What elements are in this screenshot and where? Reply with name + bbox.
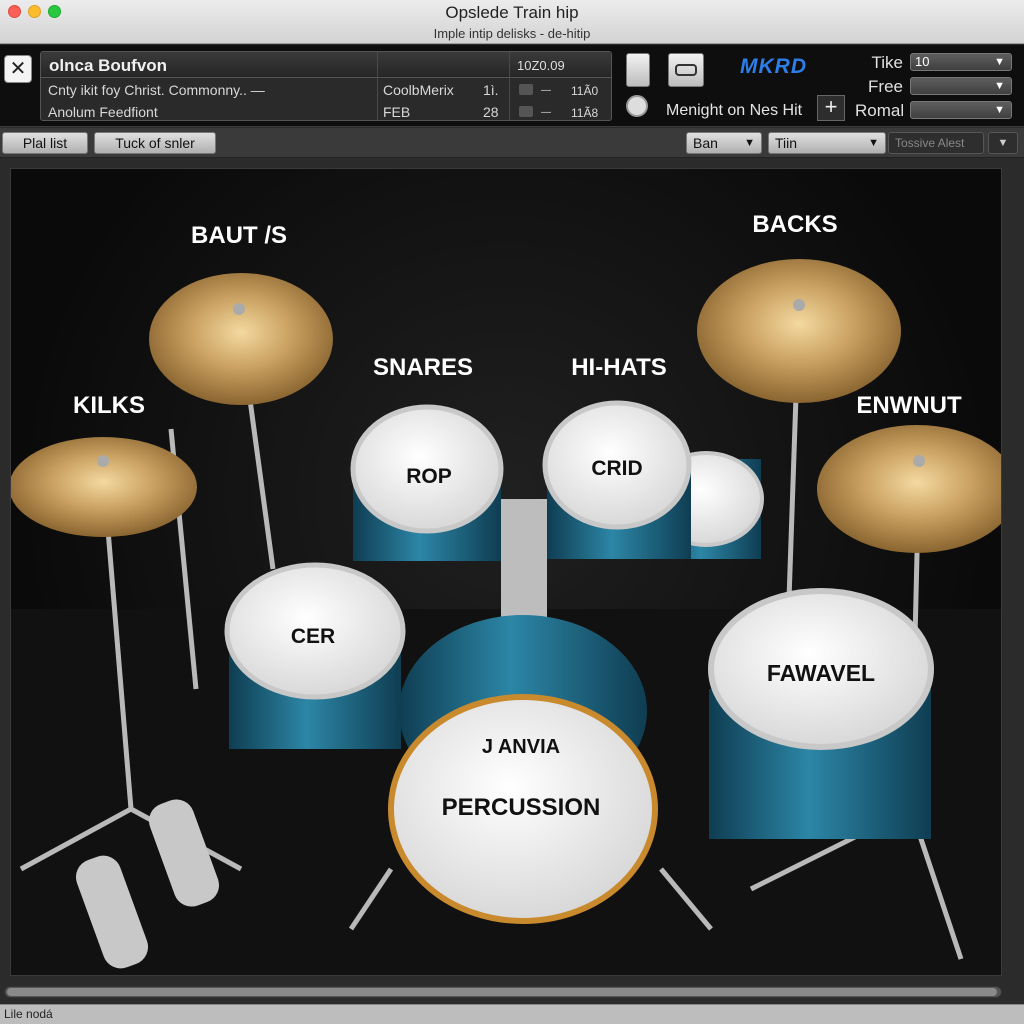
track-row-duration: 11Ã8 [571,106,599,120]
tossive-alest-field[interactable]: Tossive Alest [888,132,984,154]
track-info-panel: olnca Boufvon 10Z0.09 Cnty ikit foy Chri… [40,51,612,121]
row-toggle[interactable] [519,106,533,117]
drum-label-crid: CRID [591,457,642,480]
arrow-icon: — [541,85,551,96]
free-label: Free [868,77,903,96]
track-row-num: 28 [483,104,499,120]
arrow-icon: — [541,107,551,118]
window-subtitle: Imple intip delisks - de-hitip [433,26,591,41]
track-header: olnca Boufvon 10Z0.09 [41,52,611,78]
horizontal-scrollbar[interactable] [4,986,1002,998]
clock-icon[interactable] [626,95,648,117]
label-hi-hats: HI-HATS [571,354,667,381]
row-toggle[interactable] [519,84,533,95]
drum-label-fawavel: FAWAVEL [767,660,875,686]
chevron-down-icon: ▼ [994,104,1005,116]
chevron-down-icon[interactable]: ▼ [988,132,1018,154]
add-button[interactable]: + [817,95,845,121]
close-button[interactable]: ✕ [4,55,32,83]
free-select[interactable]: ▼ [910,77,1012,95]
romal-select[interactable]: ▼ [910,101,1012,119]
tike-select[interactable]: 10 ▼ [910,53,1012,71]
tab-track-of-sampler[interactable]: Tuck of snler [94,132,216,154]
device-icon[interactable] [626,53,650,87]
status-bar: Lile nodá [0,1004,1024,1024]
tike-select-value: 10 [915,54,930,69]
scrollbar-thumb[interactable] [7,988,997,996]
drum-label-janvia: J ANVIA [482,736,560,758]
chevron-down-icon: ▼ [994,56,1005,68]
window-title: Opslede Train hip [445,3,579,22]
drum-label-cer: CER [291,625,335,648]
track-row-name: Anolum Feedfiont [48,104,158,120]
tiin-dropdown[interactable]: Tiin ▼ [768,132,886,154]
brand-logo: MKRD [740,55,807,78]
track-row[interactable]: Anolum Feedfiont FEB 28 — 11Ã8 [41,102,611,123]
cymbal-bell-icon [97,455,109,467]
label-backs: BACKS [752,211,837,238]
label-enwnut: ENWNUT [856,392,962,419]
chevron-down-icon: ▼ [744,137,755,149]
cymbal-bell-icon [793,299,805,311]
cymbal-bell-icon [913,455,925,467]
cymbal-baut[interactable] [149,273,333,405]
title-bar: Opslede Train hip Imple intip delisks - … [0,0,1024,44]
ban-dropdown-value: Ban [693,135,718,151]
track-title: olnca Boufvon [49,56,168,75]
top-toolbar: ✕ olnca Boufvon 10Z0.09 Cnty ikit foy Ch… [0,45,1024,127]
cymbal-kilks[interactable] [11,437,197,537]
track-row-genre: CoolbMerix [383,82,454,98]
tike-label: Tike [871,53,904,72]
tiin-dropdown-value: Tiin [775,135,798,151]
label-snares: SNARES [373,354,473,381]
secondary-toolbar: Plal list Tuck of snler Ban ▼ Tiin ▼ Tos… [0,128,1024,158]
drum-kit-stage: BAUT /S BACKS SNARES HI-HATS KILKS ENWNU… [10,168,1002,976]
label-baut: BAUT /S [191,222,287,249]
tab-playlist[interactable]: Plal list [2,132,88,154]
chevron-down-icon: ▼ [868,137,879,149]
track-row-genre: FEB [383,104,411,120]
chevron-down-icon: ▼ [994,80,1005,92]
track-row-duration: 11Ã0 [571,84,599,98]
romal-label: Romal [855,101,905,120]
drum-label-percussion: PERCUSSION [442,794,601,821]
app-window: Opslede Train hip Imple intip delisks - … [0,0,1024,1024]
midnight-label: Menight on Nes Hit [666,102,803,119]
cymbal-bell-icon [233,303,245,315]
label-kilks: KILKS [73,392,145,419]
cymbal-backs[interactable] [697,259,901,403]
track-row-name: Cnty ikit foy Christ. Commonny.. — [48,82,265,98]
drum-kit-illustration: BAUT /S BACKS SNARES HI-HATS KILKS ENWNU… [11,211,1002,975]
drum-label-rop: ROP [406,465,452,488]
track-row[interactable]: Cnty ikit foy Christ. Commonny.. — Coolb… [41,80,611,101]
drive-icon[interactable] [668,53,704,87]
track-row-num: 1ì. [483,82,499,98]
ban-dropdown[interactable]: Ban ▼ [686,132,762,154]
cymbal-enwnut[interactable] [817,425,1002,553]
track-time: 10Z0.09 [517,58,565,73]
